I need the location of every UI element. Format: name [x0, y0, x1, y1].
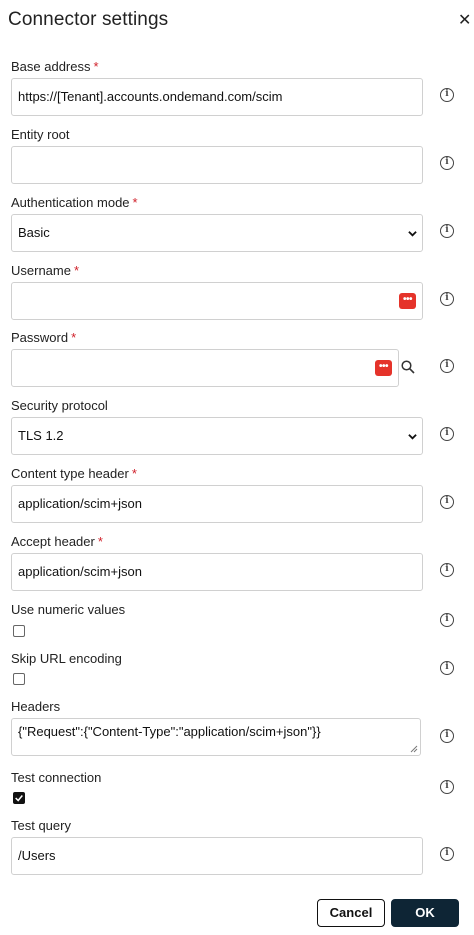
checkmark-icon — [15, 795, 23, 802]
cancel-button[interactable]: Cancel — [317, 899, 385, 927]
search-icon[interactable] — [401, 360, 415, 374]
test-query-input[interactable]: /Users — [11, 837, 423, 875]
chevron-down-icon — [408, 434, 417, 440]
auth-mode-label: Authentication mode * — [11, 195, 138, 210]
test-connection-checkbox[interactable] — [13, 792, 25, 804]
password-manager-icon[interactable]: ••• — [399, 293, 416, 309]
numeric-values-checkbox[interactable] — [13, 625, 25, 637]
username-label: Username * — [11, 263, 80, 278]
test-connection-label: Test connection — [11, 770, 102, 785]
password-input[interactable]: ••• — [11, 349, 399, 387]
info-icon[interactable]: i — [440, 495, 454, 509]
ok-button[interactable]: OK — [391, 899, 459, 927]
headers-textarea[interactable]: {"Request":{"Content-Type":"application/… — [11, 718, 421, 756]
headers-label: Headers — [11, 699, 61, 714]
security-protocol-label: Security protocol — [11, 398, 108, 413]
content-type-input[interactable]: application/scim+json — [11, 485, 423, 523]
security-protocol-value: TLS 1.2 — [18, 428, 64, 443]
info-icon[interactable]: i — [440, 224, 454, 238]
username-input[interactable]: ••• — [11, 282, 423, 320]
info-icon[interactable]: i — [440, 847, 454, 861]
entity-root-input[interactable] — [11, 146, 423, 184]
base-address-label: Base address * — [11, 59, 99, 74]
accept-header-input[interactable]: application/scim+json — [11, 553, 423, 591]
test-query-label: Test query — [11, 818, 71, 833]
security-protocol-select[interactable]: TLS 1.2 — [11, 417, 423, 455]
chevron-down-icon — [408, 231, 417, 237]
skip-url-encoding-checkbox[interactable] — [13, 673, 25, 685]
info-icon[interactable]: i — [440, 563, 454, 577]
close-icon[interactable]: ✕ — [458, 12, 471, 30]
info-icon[interactable]: i — [440, 156, 454, 170]
password-manager-icon[interactable]: ••• — [375, 360, 392, 376]
skip-url-encoding-label: Skip URL encoding — [11, 651, 122, 666]
info-icon[interactable]: i — [440, 427, 454, 441]
dialog-title: Connector settings — [8, 9, 169, 30]
info-icon[interactable]: i — [440, 88, 454, 102]
accept-header-label: Accept header * — [11, 534, 103, 549]
auth-mode-value: Basic — [18, 225, 50, 240]
info-icon[interactable]: i — [440, 292, 454, 306]
numeric-values-label: Use numeric values — [11, 602, 126, 617]
info-icon[interactable]: i — [440, 661, 454, 675]
auth-mode-select[interactable]: Basic — [11, 214, 423, 252]
info-icon[interactable]: i — [440, 729, 454, 743]
resize-handle-icon[interactable] — [410, 745, 418, 753]
base-address-input[interactable]: https://[Tenant].accounts.ondemand.com/s… — [11, 78, 423, 116]
password-label: Password * — [11, 330, 77, 345]
entity-root-label: Entity root — [11, 127, 70, 142]
info-icon[interactable]: i — [440, 359, 454, 373]
info-icon[interactable]: i — [440, 780, 454, 794]
content-type-label: Content type header * — [11, 466, 137, 481]
info-icon[interactable]: i — [440, 613, 454, 627]
